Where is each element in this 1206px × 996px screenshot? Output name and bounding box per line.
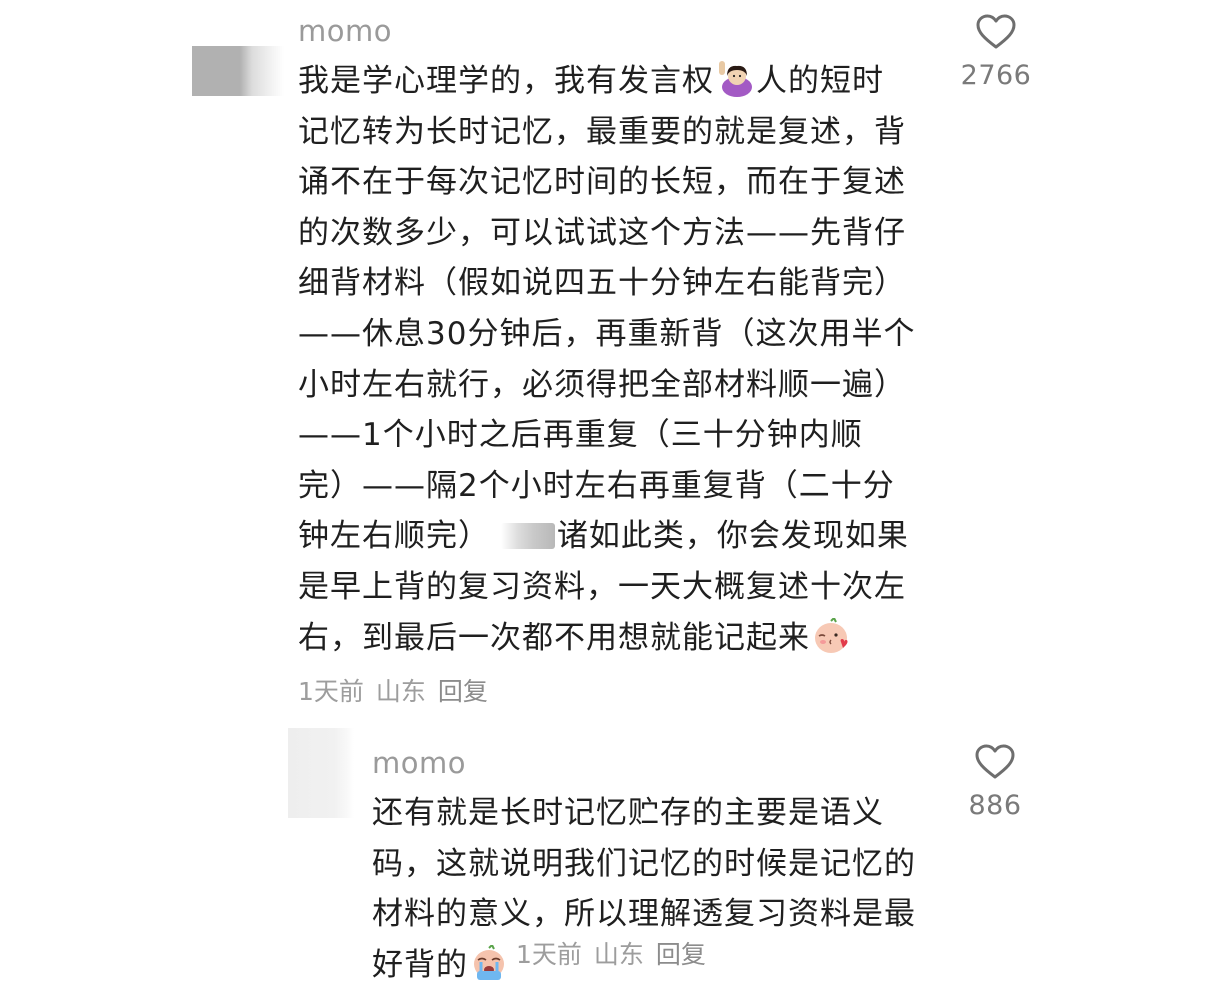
blurred-redaction	[500, 523, 555, 550]
reply-reply-button[interactable]: 回复	[656, 940, 706, 969]
like-count: 2766	[960, 60, 1032, 91]
comment-location: 山东	[375, 677, 426, 706]
comment-line: 诸如此类，你会发现如果	[556, 518, 909, 555]
comment-thread: momo 我是学心理学的，我有发言权 人的短时 记忆转为长时记忆，最重要的就是复…	[0, 0, 1206, 996]
avatar[interactable]	[192, 46, 284, 96]
comment-line: 诵不在于每次记忆时间的长短，而在于复述	[298, 164, 906, 201]
comment-body: 我是学心理学的，我有发言权 人的短时 记忆转为长时记忆，最重要的就是复述，背 诵…	[298, 56, 938, 663]
comment-line: 小时左右就行，必须得把全部材料顺一遍）	[298, 366, 906, 403]
reply-button[interactable]: 回复	[438, 677, 488, 706]
crying-face-emoji-icon	[469, 943, 509, 981]
comment-line: 是早上背的复习资料，一天大概复述十次左	[298, 568, 906, 605]
comment-line: 的次数多少，可以试试这个方法——先背仔	[298, 214, 906, 251]
heart-outline-icon[interactable]	[951, 14, 1041, 50]
blushing-kiss-emoji-icon	[811, 615, 851, 654]
reply-line: 码，这就说明我们记忆的时候是记忆的	[372, 845, 916, 882]
comment-line: 完）——隔2个小时左右再重复背（二十分	[298, 467, 895, 504]
reply-line: 材料的意义，所以理解透复习资料是最	[372, 896, 916, 933]
reply-like-button[interactable]: 886	[950, 744, 1040, 821]
reply-line: 好背的	[372, 946, 468, 983]
comment-line: 人的短时	[756, 63, 884, 99]
reply-location: 山东	[593, 939, 644, 969]
reply-line: 还有就是长时记忆贮存的主要是语义	[372, 795, 884, 831]
reply-like-count: 886	[968, 790, 1022, 821]
reply-time: 1天前	[516, 939, 582, 969]
heart-outline-icon[interactable]	[950, 744, 1040, 780]
comment-line: 右，到最后一次都不用想就能记起来	[298, 619, 810, 656]
comment-line: ——休息30分钟后，再重新背（这次用半个	[298, 315, 916, 352]
reply-avatar[interactable]	[288, 728, 354, 818]
comment-line: 钟左右顺完）	[298, 518, 490, 555]
comment-line: ——1个小时之后再重复（三十分钟内顺	[298, 417, 863, 454]
comment-username[interactable]: momo	[298, 14, 392, 48]
comment-line: 我是学心理学的，我有发言权	[298, 63, 714, 99]
reply-username[interactable]: momo	[372, 746, 466, 780]
reply-body: 还有就是长时记忆贮存的主要是语义 码，这就说明我们记忆的时候是记忆的 材料的意义…	[372, 788, 942, 990]
comment-line: 记忆转为长时记忆，最重要的就是复述，背	[298, 113, 906, 150]
comment-time: 1天前	[298, 677, 364, 706]
person-raising-hand-emoji-icon	[715, 61, 755, 97]
reply-meta: 1天前 山东 回复	[510, 940, 712, 970]
comment-meta: 1天前 山东 回复	[298, 677, 500, 707]
comment-line: 细背材料（假如说四五十分钟左右能背完）	[298, 265, 906, 302]
like-button[interactable]: 2766	[951, 14, 1041, 91]
